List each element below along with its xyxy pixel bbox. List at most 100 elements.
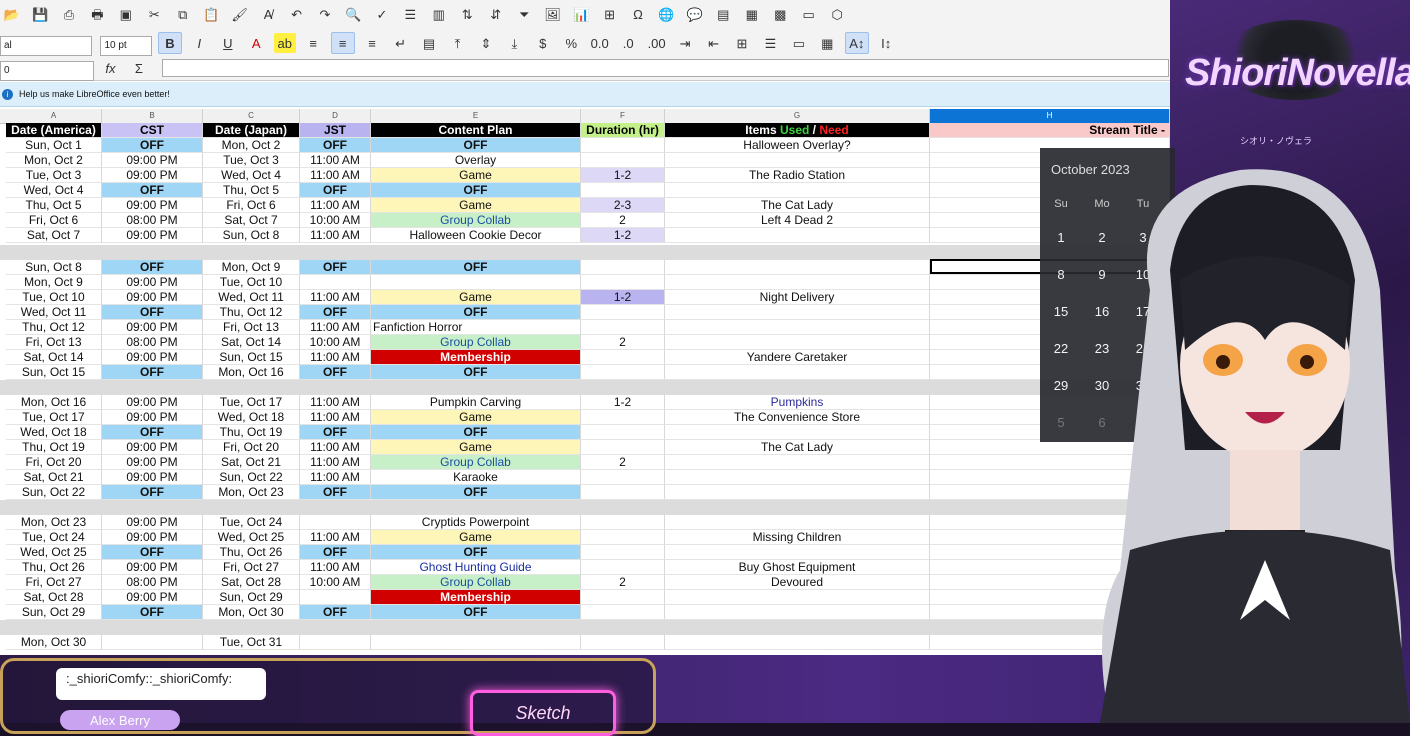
cell-a[interactable]: Thu, Oct 26	[6, 560, 102, 575]
cell-e[interactable]: Karaoke	[371, 470, 581, 485]
cell-b[interactable]: 09:00 PM	[102, 350, 203, 365]
cell-g[interactable]: The Cat Lady	[665, 198, 930, 213]
delete-decimal-icon[interactable]: .00	[646, 33, 668, 53]
cell-e[interactable]: OFF	[371, 605, 581, 620]
spreadsheet-grid[interactable]: Date (America) CST Date (Japan) JST Content …	[0, 123, 1170, 653]
column-header-e[interactable]: E	[371, 109, 581, 123]
calendar-day[interactable]: 22	[1046, 341, 1076, 356]
cell-e[interactable]	[371, 635, 581, 650]
cell-b[interactable]: 09:00 PM	[102, 590, 203, 605]
cell-b[interactable]: 09:00 PM	[102, 168, 203, 183]
align-left-icon[interactable]: ≡	[302, 33, 324, 53]
cell-b[interactable]: OFF	[102, 260, 203, 275]
column-header-h[interactable]: H	[930, 109, 1170, 123]
show-draw-functions-icon[interactable]: ⬡	[826, 5, 848, 25]
cell-a[interactable]: Thu, Oct 12	[6, 320, 102, 335]
cell-a[interactable]: Wed, Oct 18	[6, 425, 102, 440]
align-bottom-icon[interactable]: ⤓	[503, 34, 525, 54]
border-color-icon[interactable]: ▭	[788, 34, 810, 54]
cell-b[interactable]: CST	[102, 123, 203, 138]
column-header-f[interactable]: F	[581, 109, 665, 123]
cell-a[interactable]: Mon, Oct 16	[6, 395, 102, 410]
row-icon[interactable]: ☰	[399, 5, 421, 25]
cell-b[interactable]: OFF	[102, 183, 203, 198]
cell-a[interactable]: Tue, Oct 24	[6, 530, 102, 545]
cell-f[interactable]	[581, 530, 665, 545]
currency-format-icon[interactable]: $	[532, 33, 554, 53]
column-header-g[interactable]: G	[665, 109, 930, 123]
cell-g[interactable]	[665, 305, 930, 320]
cell-c[interactable]: Fri, Oct 27	[203, 560, 300, 575]
cell-d[interactable]: 11:00 AM	[300, 455, 371, 470]
cell-d[interactable]	[300, 590, 371, 605]
cell-a[interactable]: Sun, Oct 22	[6, 485, 102, 500]
split-window-icon[interactable]: ▭	[798, 5, 820, 25]
cell-b[interactable]: 09:00 PM	[102, 560, 203, 575]
cell-f[interactable]: 2	[581, 455, 665, 470]
cell-d[interactable]: 11:00 AM	[300, 228, 371, 243]
cell-g[interactable]: Pumpkins	[665, 395, 930, 410]
export-pdf-icon[interactable]: ⎙	[58, 5, 80, 25]
cell-f[interactable]	[581, 183, 665, 198]
define-print-area-icon[interactable]: ▦	[741, 5, 763, 25]
cell-g[interactable]	[665, 485, 930, 500]
cell-c[interactable]: Mon, Oct 16	[203, 365, 300, 380]
cell-c[interactable]: Sat, Oct 21	[203, 455, 300, 470]
cell-b[interactable]: OFF	[102, 305, 203, 320]
cell-e[interactable]: Pumpkin Carving	[371, 395, 581, 410]
borders-icon[interactable]: ⊞	[731, 34, 753, 54]
cell-f[interactable]	[581, 305, 665, 320]
cell-g[interactable]	[665, 425, 930, 440]
cell-e[interactable]: Content Plan	[371, 123, 581, 138]
cell-g[interactable]	[665, 455, 930, 470]
calendar-day[interactable]: 29	[1046, 378, 1076, 393]
cell-c[interactable]: Sat, Oct 14	[203, 335, 300, 350]
column-header-d[interactable]: D	[300, 109, 371, 123]
cell-g[interactable]: Items Used / Need	[665, 123, 930, 138]
cell-b[interactable]: 09:00 PM	[102, 275, 203, 290]
cell-d[interactable]: OFF	[300, 605, 371, 620]
cell-a[interactable]: Thu, Oct 19	[6, 440, 102, 455]
spelling-icon[interactable]: ✓	[371, 5, 393, 25]
cell-e[interactable]: Group Collab	[371, 575, 581, 590]
merge-cells-icon[interactable]: ▤	[418, 34, 440, 54]
cell-a[interactable]: Mon, Oct 9	[6, 275, 102, 290]
cell-d[interactable]: 11:00 AM	[300, 198, 371, 213]
italic-icon[interactable]: I	[188, 33, 210, 53]
text-vertical-icon[interactable]: I↕	[875, 33, 897, 53]
cell-f[interactable]	[581, 545, 665, 560]
cell-b[interactable]: 09:00 PM	[102, 198, 203, 213]
cell-g[interactable]	[665, 228, 930, 243]
cell-e[interactable]: Fanfiction Horror	[371, 320, 581, 335]
cell-c[interactable]: Sat, Oct 7	[203, 213, 300, 228]
cell-b[interactable]	[102, 635, 203, 650]
cell-b[interactable]: 09:00 PM	[102, 395, 203, 410]
cell-e[interactable]: Membership	[371, 350, 581, 365]
calendar-day[interactable]: 1	[1046, 230, 1076, 245]
cell-c[interactable]: Fri, Oct 20	[203, 440, 300, 455]
cell-c[interactable]: Mon, Oct 30	[203, 605, 300, 620]
cell-b[interactable]: 09:00 PM	[102, 515, 203, 530]
cell-c[interactable]: Fri, Oct 13	[203, 320, 300, 335]
cell-f[interactable]: 1-2	[581, 395, 665, 410]
cell-f[interactable]	[581, 425, 665, 440]
cell-a[interactable]: Tue, Oct 17	[6, 410, 102, 425]
cell-g[interactable]: Devoured	[665, 575, 930, 590]
cell-b[interactable]: 08:00 PM	[102, 335, 203, 350]
cell-e[interactable]: Membership	[371, 590, 581, 605]
font-color-icon[interactable]: A	[245, 33, 267, 53]
cell-a[interactable]: Mon, Oct 23	[6, 515, 102, 530]
cell-g[interactable]: Left 4 Dead 2	[665, 213, 930, 228]
cell-d[interactable]: OFF	[300, 365, 371, 380]
cell-d[interactable]: JST	[300, 123, 371, 138]
cell-e[interactable]: OFF	[371, 365, 581, 380]
column-header-b[interactable]: B	[102, 109, 203, 123]
cell-b[interactable]: 09:00 PM	[102, 455, 203, 470]
cell-g[interactable]	[665, 470, 930, 485]
cell-d[interactable]: OFF	[300, 485, 371, 500]
clone-formatting-icon[interactable]: 🖌	[229, 5, 251, 25]
cell-g[interactable]: The Radio Station	[665, 168, 930, 183]
cell-c[interactable]: Tue, Oct 10	[203, 275, 300, 290]
cell-d[interactable]	[300, 275, 371, 290]
cell-d[interactable]: 10:00 AM	[300, 335, 371, 350]
